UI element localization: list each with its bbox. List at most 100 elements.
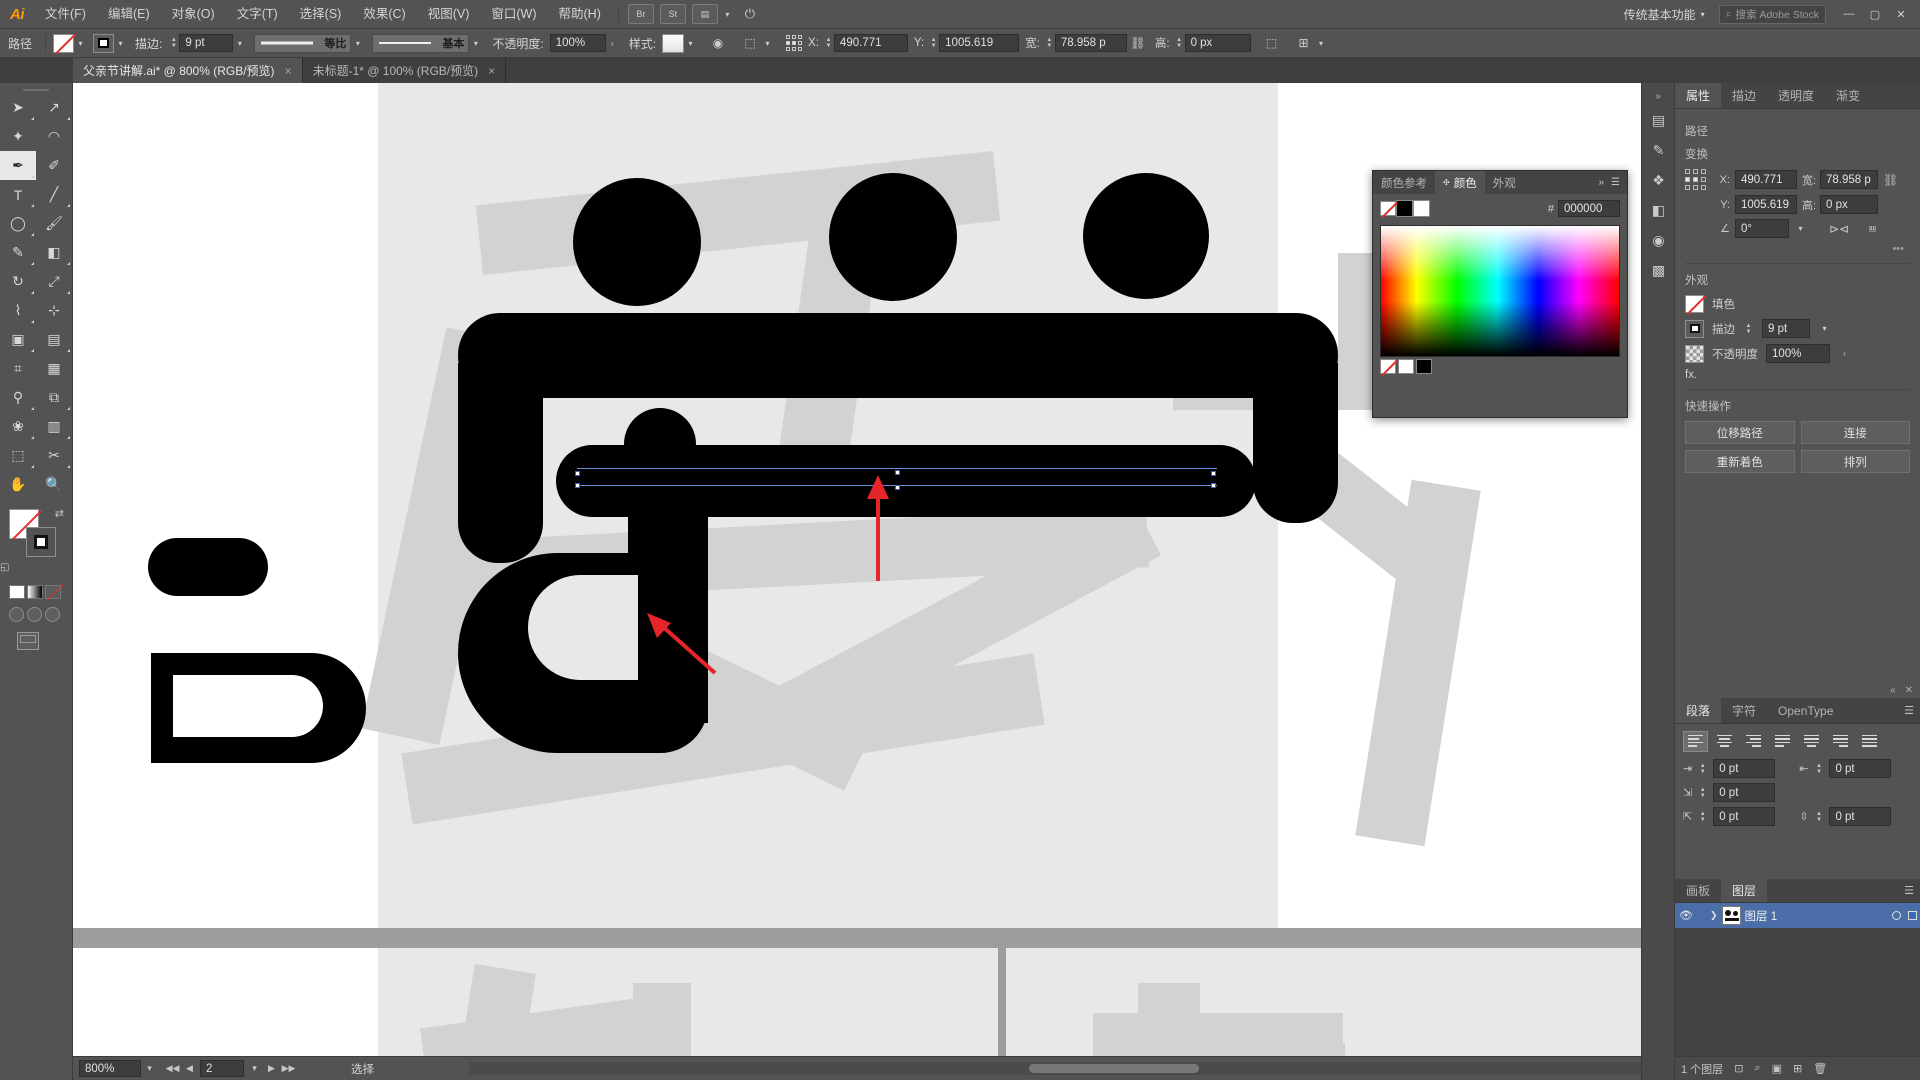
new-layer-icon[interactable]: ⊞: [1793, 1062, 1802, 1075]
tab-layers[interactable]: 图层: [1721, 879, 1768, 902]
layers-panel-menu-icon[interactable]: ☰: [1904, 879, 1920, 902]
opacity-input[interactable]: 100%: [1766, 344, 1830, 363]
paintbrush-tool[interactable]: 🖌: [36, 209, 72, 238]
hex-input[interactable]: 000000: [1558, 200, 1620, 217]
first-line-indent-stepper[interactable]: ▲ ▼: [1697, 784, 1708, 802]
draw-inside-icon[interactable]: [45, 607, 60, 622]
first-line-indent-input[interactable]: 0 pt: [1713, 783, 1776, 802]
indent-right-stepper[interactable]: ▲ ▼: [1813, 760, 1824, 778]
magic-wand-tool[interactable]: ✦: [0, 122, 36, 151]
arrange-button[interactable]: 排列: [1800, 450, 1910, 473]
stroke-weight-input[interactable]: 9 pt: [1762, 319, 1810, 338]
column-graph-tool[interactable]: ▥: [36, 412, 72, 441]
artboard-number-input[interactable]: 2: [200, 1060, 244, 1077]
y-input[interactable]: 1005.619: [939, 34, 1020, 52]
appearance-fill-swatch[interactable]: [1685, 295, 1704, 313]
maximize-button[interactable]: ▢: [1862, 0, 1888, 29]
brushes-icon[interactable]: ✎: [1642, 135, 1675, 165]
panel-menu-icon[interactable]: ☰: [1611, 177, 1620, 188]
y-input[interactable]: 1005.619: [1735, 195, 1797, 214]
unlinked-chain-icon[interactable]: ⛓: [1883, 173, 1898, 187]
arrange-documents-icon[interactable]: ▤: [691, 4, 718, 24]
menu-effect[interactable]: 效果(C): [352, 0, 416, 29]
stroke-weight-chevron-icon[interactable]: ▾: [1818, 319, 1831, 338]
align-options-icon[interactable]: ⬚: [739, 33, 761, 53]
color-none-swatch[interactable]: [1380, 201, 1396, 216]
horizontal-scroll-thumb[interactable]: [1029, 1064, 1199, 1073]
menu-file[interactable]: 文件(F): [34, 0, 97, 29]
width-input[interactable]: 78.958 p: [1054, 34, 1127, 52]
lasso-tool[interactable]: ◠: [36, 122, 72, 151]
y-stepper[interactable]: ▲ ▼: [928, 34, 939, 52]
x-input[interactable]: 490.771: [1735, 170, 1797, 189]
brush-definition[interactable]: 基本: [372, 33, 470, 53]
eyedropper-tool[interactable]: ⚲: [0, 383, 36, 412]
artwork-left-leaf[interactable]: [148, 538, 268, 596]
eraser-tool[interactable]: ◧: [36, 238, 72, 267]
document-tab-secondary[interactable]: 未标题-1* @ 100% (RGB/预览) ×: [302, 58, 507, 83]
height-input[interactable]: 0 px: [1184, 34, 1251, 52]
reference-point-selector[interactable]: [786, 35, 803, 51]
color-panel[interactable]: 颜色参考 ✣ 颜色 外观 » ☰ # 000000: [1372, 170, 1628, 418]
x-stepper[interactable]: ▲ ▼: [823, 34, 834, 52]
graphic-style-swatch[interactable]: [662, 33, 685, 53]
recolor-button[interactable]: 重新着色: [1685, 450, 1795, 473]
locate-object-icon[interactable]: ⊡: [1734, 1062, 1743, 1075]
fx-icon[interactable]: fx.: [1685, 369, 1697, 381]
symbol-sprayer-tool[interactable]: ❀: [0, 412, 36, 441]
layers-list-body[interactable]: [1675, 929, 1920, 1056]
opacity-input[interactable]: 100%: [549, 34, 606, 52]
ellipse-tool[interactable]: ◯: [0, 209, 36, 238]
indent-left-input[interactable]: 0 pt: [1713, 759, 1776, 778]
height-stepper[interactable]: ▲ ▼: [1174, 34, 1185, 52]
tab-gradient[interactable]: 渐变: [1825, 83, 1872, 108]
tab-color-guide[interactable]: 颜色参考: [1373, 171, 1435, 194]
recolor-artwork-icon[interactable]: ◉: [707, 33, 729, 53]
align-center-button[interactable]: [1712, 731, 1737, 752]
zoom-tool[interactable]: 🔍: [36, 470, 72, 499]
prev-artboard-button[interactable]: ◀: [181, 1058, 198, 1080]
opacity-chevron-icon[interactable]: ›: [1838, 344, 1851, 363]
workspace-switcher[interactable]: 传统基本功能 ▾: [1616, 6, 1713, 23]
direct-selection-tool[interactable]: ↗: [36, 93, 72, 122]
color-fill-swatch[interactable]: [1396, 200, 1413, 217]
chevron-down-icon[interactable]: ▾: [721, 5, 734, 24]
type-tool[interactable]: T: [0, 180, 36, 209]
indent-right-input[interactable]: 0 pt: [1829, 759, 1892, 778]
document-chevron-icon[interactable]: ▾: [1315, 34, 1328, 53]
draw-normal-icon[interactable]: [9, 607, 24, 622]
zoom-chevron-icon[interactable]: ▾: [141, 1058, 158, 1080]
slice-tool[interactable]: ✂: [36, 441, 72, 470]
delete-layer-icon[interactable]: 🗑: [1813, 1062, 1827, 1075]
stroke-weight-input[interactable]: 9 pt: [179, 34, 234, 52]
indent-left-stepper[interactable]: ▲ ▼: [1697, 760, 1708, 778]
make-clipping-mask-icon[interactable]: ⌕: [1754, 1062, 1760, 1075]
menu-help[interactable]: 帮助(H): [548, 0, 612, 29]
rotate-tool[interactable]: ↻: [0, 267, 36, 296]
tab-color[interactable]: ✣ 颜色: [1435, 171, 1485, 194]
x-input[interactable]: 490.771: [833, 34, 908, 52]
artboard-tool[interactable]: ⬚: [0, 441, 36, 470]
menu-object[interactable]: 对象(O): [161, 0, 226, 29]
justify-left-button[interactable]: [1770, 731, 1795, 752]
default-fill-stroke-icon[interactable]: ◱: [0, 562, 9, 573]
appearance-icon[interactable]: ◉: [1642, 225, 1675, 255]
offset-path-button[interactable]: 位移路径: [1685, 421, 1795, 444]
color-mode-none-icon[interactable]: [45, 585, 61, 599]
transform-more-options-icon[interactable]: •••: [1685, 243, 1910, 255]
reference-point-selector[interactable]: [1685, 169, 1706, 190]
path-anchor-point[interactable]: [1211, 471, 1216, 476]
stroke-weight-stepper[interactable]: ▲ ▼: [168, 34, 179, 52]
symbols-icon[interactable]: ❖: [1642, 165, 1675, 195]
line-segment-tool[interactable]: ╱: [36, 180, 72, 209]
spectrum-white-swatch[interactable]: [1398, 359, 1414, 374]
artwork-right-stem[interactable]: [1253, 363, 1338, 523]
layer-name[interactable]: 图层 1: [1745, 908, 1778, 924]
artboard-chevron-icon[interactable]: ▾: [246, 1058, 263, 1080]
align-chevron-icon[interactable]: ▾: [761, 34, 774, 53]
blend-tool[interactable]: ⧉: [36, 383, 72, 412]
path-anchor-point[interactable]: [575, 483, 580, 488]
libraries-icon[interactable]: ▤: [1642, 105, 1675, 135]
style-chevron-icon[interactable]: ▾: [684, 34, 697, 53]
stroke-weight-stepper[interactable]: ▲ ▼: [1743, 320, 1754, 338]
